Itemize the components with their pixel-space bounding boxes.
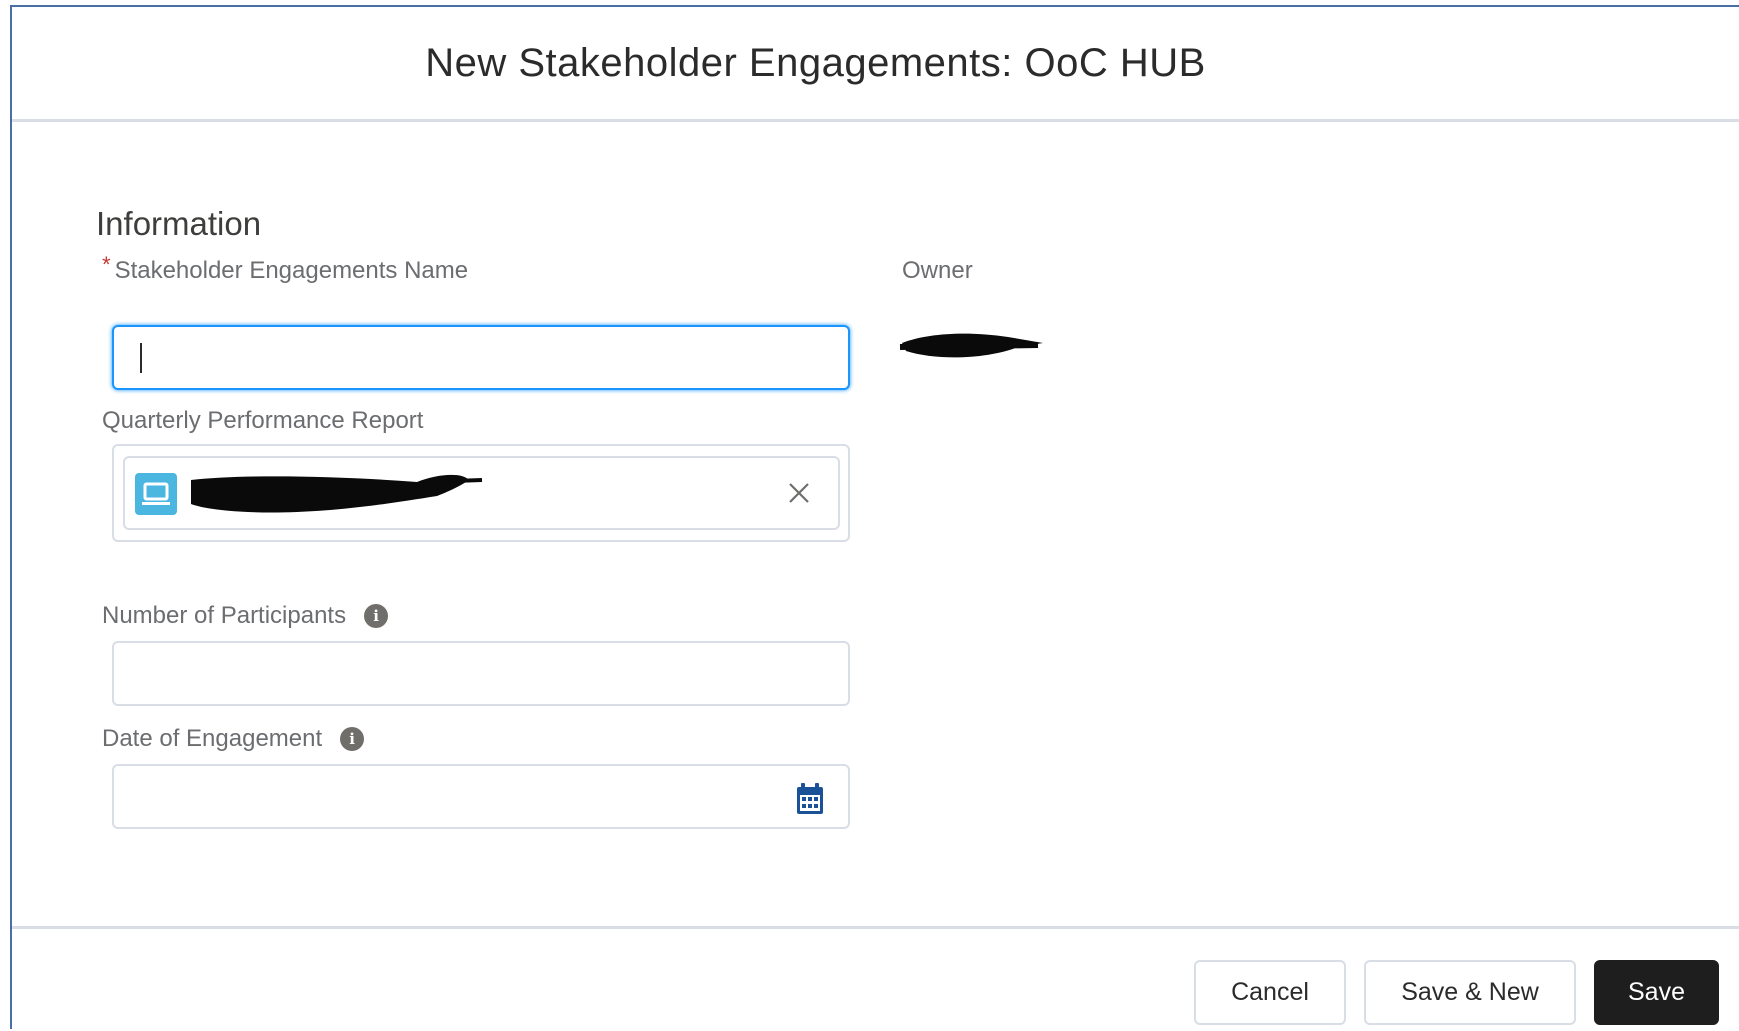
redaction-scribble	[899, 333, 1043, 358]
modal-title: New Stakeholder Engagements: OoC HUB	[425, 40, 1206, 85]
modal-header: New Stakeholder Engagements: OoC HUB	[12, 7, 1739, 122]
save-and-new-button[interactable]: Save & New	[1364, 960, 1576, 1025]
report-lookup	[112, 444, 850, 542]
date-field-label: Date of Engagement i	[102, 725, 365, 753]
owner-value-redacted	[898, 329, 1048, 363]
report-selected-pill[interactable]	[123, 456, 840, 530]
calendar-icon[interactable]	[794, 782, 826, 816]
participants-label-text: Number of Participants	[102, 602, 347, 629]
close-icon[interactable]	[782, 476, 816, 510]
computer-icon	[135, 473, 177, 515]
date-label-text: Date of Engagement	[102, 725, 323, 752]
name-field-label: * Stakeholder Engagements Name	[102, 252, 469, 285]
name-label-text: Stakeholder Engagements Name	[114, 257, 469, 284]
required-marker: *	[102, 252, 111, 277]
modal-footer: Cancel Save & New Save	[12, 926, 1739, 1031]
info-icon[interactable]: i	[340, 727, 365, 751]
report-label-text: Quarterly Performance Report	[102, 407, 424, 434]
redaction-scribble	[191, 474, 483, 513]
date-input[interactable]	[112, 764, 850, 829]
report-field-label: Quarterly Performance Report	[102, 407, 423, 435]
participants-field-label: Number of Participants i	[102, 602, 389, 630]
owner-label-text: Owner	[902, 257, 973, 284]
text-caret	[140, 343, 142, 373]
save-button[interactable]: Save	[1594, 960, 1719, 1025]
name-input[interactable]	[112, 325, 850, 390]
section-title: Information	[96, 205, 262, 242]
cancel-button[interactable]: Cancel	[1194, 960, 1346, 1025]
info-icon[interactable]: i	[364, 604, 389, 628]
participants-input[interactable]	[112, 641, 850, 706]
owner-field-label: Owner	[902, 257, 973, 285]
new-record-modal: New Stakeholder Engagements: OoC HUB Inf…	[10, 5, 1739, 1029]
report-value-redacted	[187, 470, 487, 520]
